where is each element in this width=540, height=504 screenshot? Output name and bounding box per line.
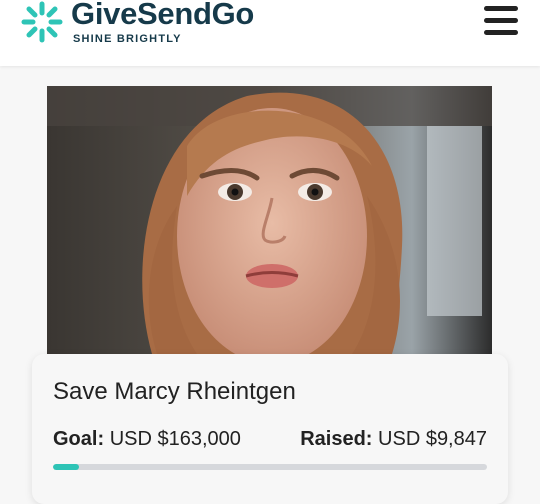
goal-label: Goal: [53,428,105,450]
raised-stat: Raised: USD $9,847 [300,428,487,451]
goal-value: USD $163,000 [109,428,241,450]
progress-bar [53,464,487,470]
campaign-photo [47,86,492,354]
campaign-card[interactable]: Save Marcy Rheintgen Goal: USD $163,000 … [32,354,508,504]
site-header: GiveSendGo SHINE BRIGHTLY [0,0,540,66]
raised-value: USD $9,847 [378,428,487,450]
logo-wordmark: GiveSendGo [71,0,255,31]
site-logo[interactable]: GiveSendGo SHINE BRIGHTLY [20,0,260,48]
hamburger-menu-icon[interactable] [484,4,520,36]
raised-label: Raised: [300,428,373,450]
logo-tagline: SHINE BRIGHTLY [73,33,182,45]
goal-stat: Goal: USD $163,000 [53,428,241,451]
campaign-title[interactable]: Save Marcy Rheintgen [53,378,296,406]
starburst-icon [21,1,63,43]
progress-bar-fill [53,464,80,470]
